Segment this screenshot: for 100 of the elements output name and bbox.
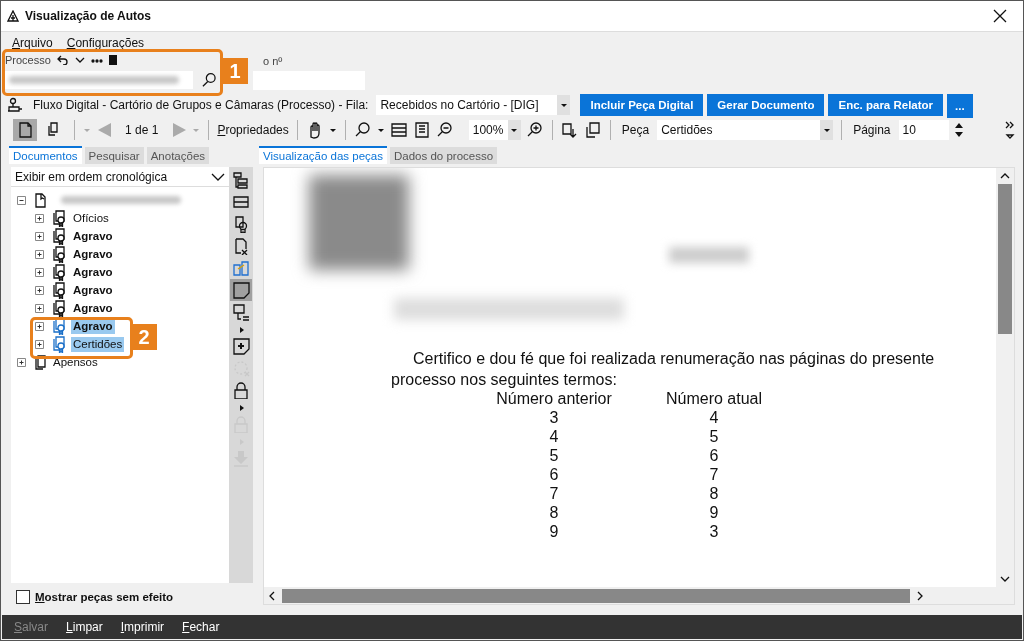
table-cell-text: 5 [548, 447, 560, 465]
expand-icon[interactable] [35, 285, 44, 295]
menu-item[interactable]: Configurações [66, 36, 145, 52]
checkbox-label[interactable]: Mostrar peças sem efeito [35, 591, 174, 603]
fit-page-icon[interactable] [412, 121, 431, 139]
attachments-icon [33, 354, 47, 370]
footer-button[interactable]: Imprimir [120, 620, 165, 634]
search-icon[interactable] [201, 72, 217, 88]
caret-icon [822, 127, 831, 133]
scroll-left-icon [268, 590, 276, 601]
note-list-button[interactable] [230, 301, 252, 323]
table-cell-text: 3 [548, 409, 560, 427]
table-cell-text: 8 [708, 485, 720, 503]
expand-icon[interactable] [35, 267, 44, 277]
split-icon [232, 193, 250, 211]
zoom-select[interactable]: 100% [468, 120, 521, 140]
tree-item[interactable]: Ofícios [71, 210, 111, 226]
tree-item[interactable]: Agravo [71, 246, 115, 262]
table-cell-text: 6 [548, 466, 560, 484]
scroll-right-icon [916, 590, 924, 601]
expand-icon[interactable] [17, 357, 26, 367]
tab[interactable]: Dados do processo [390, 147, 498, 164]
fit-width-icon[interactable] [389, 121, 408, 139]
caret-icon [559, 102, 568, 108]
properties-button[interactable]: Propriedades [217, 123, 289, 137]
page-field[interactable]: 10 [898, 120, 949, 140]
tab[interactable]: Anotações [146, 147, 210, 164]
tree-item[interactable]: Certidões [71, 336, 125, 352]
table-cell-text: 4 [548, 428, 560, 446]
tree-item[interactable]: Agravo [71, 228, 115, 244]
document-remove-icon [232, 237, 250, 255]
chevron-down-icon [211, 171, 225, 182]
page-view-button[interactable] [13, 119, 37, 141]
tree-item[interactable]: Agravo [71, 282, 115, 298]
pages-icon[interactable] [583, 121, 602, 139]
column-header: Número atual [664, 390, 763, 408]
note-add-icon [232, 337, 250, 355]
overflow-icon[interactable] [1005, 120, 1015, 140]
action-button[interactable]: Incluir Peça Digital [580, 94, 704, 116]
square-icon [108, 55, 117, 65]
callout-badge: 1 [222, 58, 248, 84]
field-label: Página [853, 123, 891, 137]
note-list-icon [232, 303, 250, 321]
field-label: Peça [621, 123, 650, 137]
tab[interactable]: Pesquisar [84, 147, 144, 164]
piece-select[interactable]: Certidões [657, 120, 834, 140]
certificate-documents-icon [51, 263, 67, 281]
collapse-icon[interactable] [17, 195, 26, 205]
certificate-documents-icon [51, 227, 67, 245]
menu-item[interactable]: Arquivo [12, 36, 53, 52]
checkbox[interactable] [16, 590, 30, 604]
note-button[interactable] [230, 279, 252, 301]
page-insert-icon[interactable] [560, 121, 579, 139]
footer-button[interactable]: Fechar [182, 620, 220, 634]
table-cell-text: 3 [708, 523, 720, 541]
table-cell-text: 9 [548, 523, 560, 541]
note-add-button[interactable] [230, 335, 252, 357]
zoom-in-icon[interactable] [525, 121, 544, 139]
undo-icon[interactable] [56, 55, 69, 65]
table-cell-text: 5 [708, 428, 720, 446]
lock-icon [232, 381, 250, 399]
zoom-out-icon[interactable] [435, 121, 454, 139]
table-cell-text: 9 [708, 504, 720, 522]
field-label: o nº [262, 54, 284, 68]
callout-badge: 2 [131, 324, 157, 350]
tab[interactable]: Visualização das peças [259, 146, 387, 164]
document-paragraph: Certifico e dou fé que foi realizada renumeração nas páginas do presente processo nos seguintes termos: [391, 349, 936, 390]
tree-icon [232, 171, 250, 189]
expand-icon[interactable] [35, 231, 44, 241]
spin-arrows-icon[interactable] [953, 121, 964, 139]
tree-item[interactable]: Agravo [71, 300, 115, 316]
certificate-documents-icon [51, 317, 67, 335]
action-button[interactable]: Gerar Documento [707, 94, 825, 116]
caret-icon [510, 127, 519, 133]
tree-item[interactable]: Apensos [51, 354, 100, 370]
expand-icon[interactable] [35, 249, 44, 259]
expand-icon[interactable] [35, 303, 44, 313]
process-field[interactable] [5, 71, 194, 89]
column-header: Número anterior [495, 390, 613, 408]
table-cell-text: 4 [708, 409, 720, 427]
footer-button[interactable]: Limpar [66, 620, 103, 634]
queue-select[interactable]: Recebidos no Cartório - [DIG] [376, 95, 571, 115]
search-icon[interactable] [353, 121, 372, 139]
caret-icon[interactable] [376, 127, 385, 133]
certificate-documents-icon [51, 299, 67, 317]
expand-icon[interactable] [35, 213, 44, 223]
caret-icon[interactable] [328, 127, 337, 133]
chevron-down-icon[interactable] [74, 55, 85, 65]
vertical-scrollbar[interactable] [996, 168, 1014, 587]
certificate-documents-icon [51, 209, 67, 227]
horizontal-scrollbar[interactable] [264, 587, 1014, 604]
tab[interactable]: Documentos [9, 146, 82, 164]
expand-icon[interactable] [35, 339, 44, 349]
order-select[interactable]: Exibir em ordem cronológica [11, 167, 229, 187]
expand-icon[interactable] [35, 321, 44, 331]
more-button[interactable]: ... [947, 94, 973, 118]
compare-icon [232, 259, 250, 277]
action-button[interactable]: Enc. para Relator [828, 94, 944, 116]
folder-page-icon [33, 192, 47, 208]
tree-item[interactable]: Agravo [71, 264, 115, 280]
